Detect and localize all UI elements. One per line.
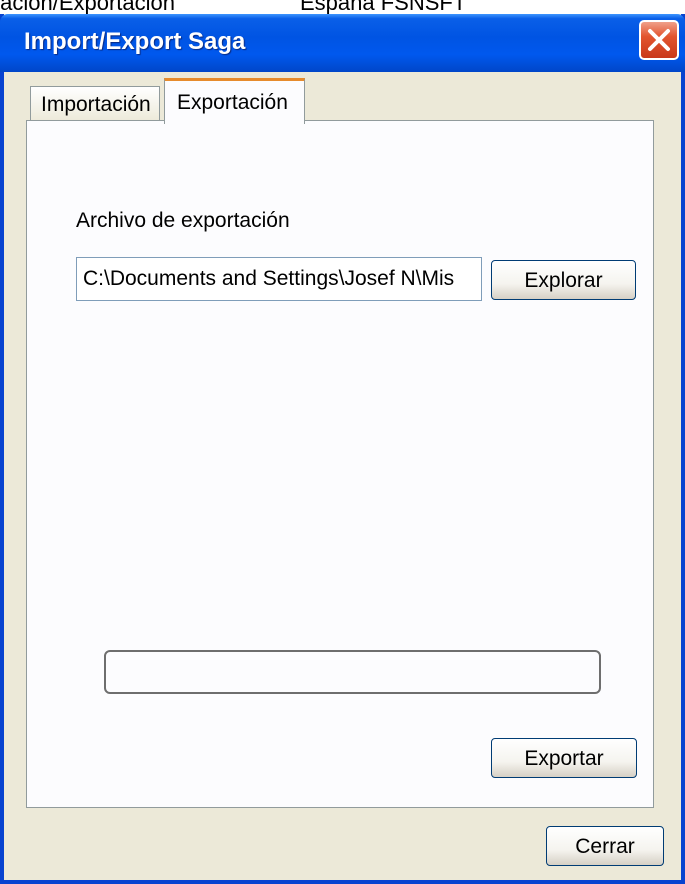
export-file-path-input[interactable]: C:\Documents and Settings\Josef N\Mis (76, 257, 482, 301)
tab-exportacion-label: Exportación (177, 91, 288, 114)
document-header: tación/Exportación España FSNSFT (0, 0, 685, 14)
close-dialog-button[interactable]: Cerrar (546, 826, 664, 866)
export-button[interactable]: Exportar (491, 738, 637, 778)
window-title: Import/Export Saga (24, 28, 246, 55)
close-icon (648, 29, 670, 51)
close-button[interactable] (639, 20, 679, 60)
tab-importacion[interactable]: Importación (30, 86, 160, 122)
title-bar[interactable]: Import/Export Saga (0, 14, 685, 72)
browse-button[interactable]: Explorar (491, 260, 636, 300)
document-header-left: tación/Exportación (0, 0, 175, 14)
page: tación/Exportación España FSNSFT Import/… (0, 0, 685, 884)
tab-exportacion[interactable]: Exportación (164, 78, 305, 124)
export-file-label: Archivo de exportación (76, 209, 290, 232)
export-progress-bar (104, 650, 601, 694)
document-header-right: España FSNSFT (300, 0, 467, 14)
tab-importacion-label: Importación (41, 93, 151, 116)
